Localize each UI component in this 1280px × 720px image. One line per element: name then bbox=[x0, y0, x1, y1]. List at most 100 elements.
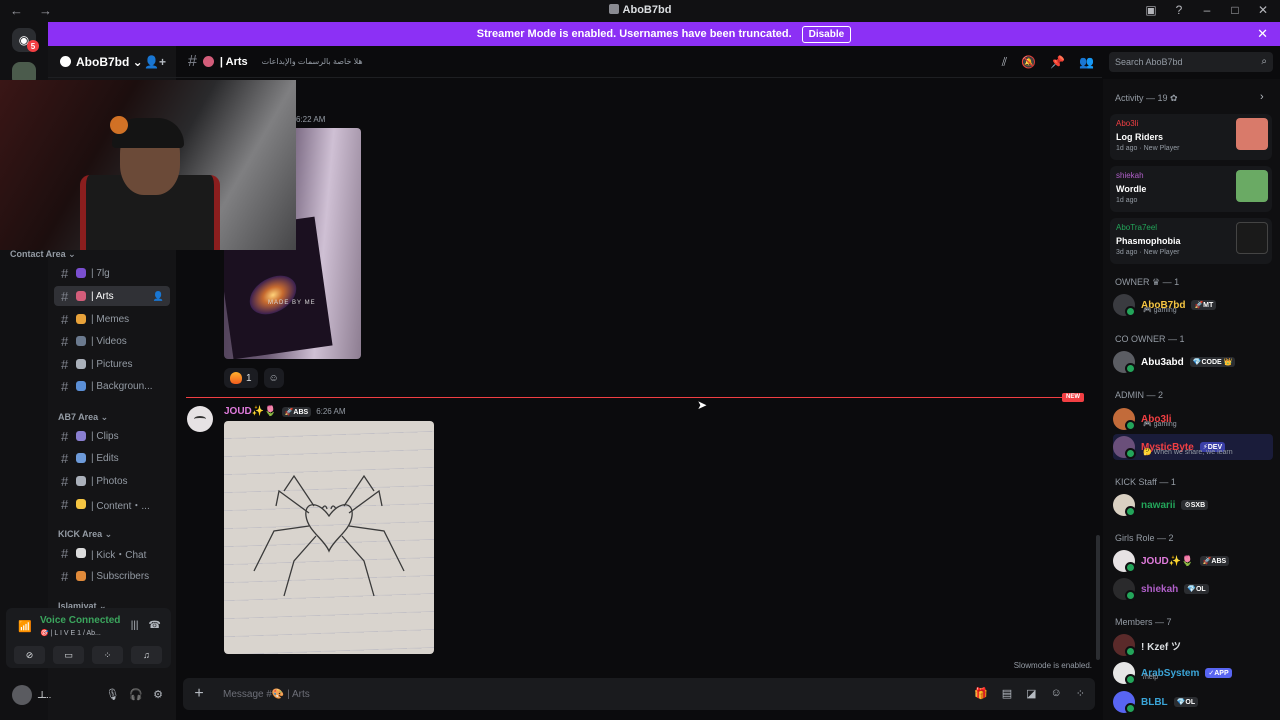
close-banner-icon[interactable]: ✕ bbox=[1257, 26, 1268, 42]
role-header-members: Members — 7 bbox=[1115, 617, 1172, 627]
member-item[interactable]: ArabSystem ✓APP /help bbox=[1113, 660, 1273, 686]
microphone-icon[interactable]: 🎙 bbox=[105, 688, 119, 701]
inbox-icon[interactable]: ▣ bbox=[1144, 3, 1158, 17]
channel-emoji-icon bbox=[76, 291, 86, 301]
settings-icon[interactable]: ⚙ bbox=[153, 688, 163, 701]
member-list-icon[interactable]: 👥 bbox=[1079, 55, 1094, 70]
help-icon[interactable]: ? bbox=[1172, 3, 1186, 17]
noise-suppression-icon[interactable]: ||| bbox=[131, 620, 139, 631]
avatar bbox=[1113, 294, 1136, 317]
member-item[interactable]: nawarii ⚙SXB bbox=[1113, 492, 1273, 518]
upload-plus-icon[interactable]: + bbox=[183, 685, 215, 703]
member-item[interactable]: Abu3abd 💎CODE 👑 bbox=[1113, 349, 1273, 375]
channel-arts[interactable]: # | Arts 👤 bbox=[54, 286, 170, 306]
channel-kick-chat[interactable]: # | Kick・Chat bbox=[54, 543, 170, 563]
channel-pictures[interactable]: # | Pictures bbox=[54, 354, 170, 374]
apps-icon[interactable]: ⁘ bbox=[1076, 687, 1085, 700]
composer-icons: 🎁 ▤ ◪ ☺ ⁘ bbox=[974, 687, 1085, 700]
mute-icon[interactable]: 🔕 bbox=[1021, 55, 1036, 70]
banner-text: Streamer Mode is enabled. Usernames have… bbox=[476, 28, 792, 40]
channel-photos[interactable]: # | Photos bbox=[54, 471, 170, 491]
headphones-icon[interactable]: 🎧 bbox=[129, 688, 143, 701]
disable-button[interactable]: Disable bbox=[801, 25, 852, 43]
search-input[interactable]: Search AboB7bd ⌕ bbox=[1109, 52, 1273, 72]
minimize-icon[interactable]: – bbox=[1200, 3, 1214, 17]
category-contact-area[interactable]: Contact Area ⌄ bbox=[10, 249, 76, 260]
channel-7lg[interactable]: # | 7lg bbox=[54, 263, 170, 283]
avatar[interactable] bbox=[187, 406, 213, 432]
message-author[interactable]: JOUD✨🌷 bbox=[224, 406, 277, 417]
sticker-icon[interactable]: ◪ bbox=[1026, 687, 1036, 700]
member-name: BLBL bbox=[1141, 696, 1168, 708]
gift-icon[interactable]: 🎁 bbox=[974, 687, 988, 700]
channel-topic[interactable]: هلا خاصة بالرسمات والإبداعات bbox=[262, 57, 363, 66]
invite-icon[interactable]: 👤 bbox=[153, 291, 164, 302]
channel-label: | Videos bbox=[91, 335, 127, 347]
channel-subscribers[interactable]: # | Subscribers bbox=[54, 566, 170, 586]
channel-emoji-icon bbox=[76, 548, 86, 558]
signal-icon[interactable]: 📶 bbox=[18, 620, 32, 633]
add-reaction-icon[interactable]: ☺ bbox=[263, 368, 284, 388]
window-title-text: AboB7bd bbox=[622, 4, 672, 16]
invite-icon[interactable]: 👤+ bbox=[144, 55, 166, 69]
soundboard-icon[interactable]: ♫ bbox=[131, 646, 162, 664]
fire-reaction[interactable]: 1 bbox=[224, 368, 258, 388]
avatar bbox=[1113, 408, 1136, 431]
emoji-icon[interactable]: ☺ bbox=[1051, 687, 1062, 700]
disconnect-icon[interactable]: ☎ bbox=[149, 620, 161, 631]
channel-label: | Content・... bbox=[91, 500, 150, 512]
pin-icon[interactable]: 📌 bbox=[1050, 55, 1065, 70]
channel-emoji-icon bbox=[76, 431, 86, 441]
gif-icon[interactable]: ▤ bbox=[1002, 687, 1012, 700]
message-timestamp: 6:26 AM bbox=[316, 407, 346, 416]
avatar bbox=[1113, 494, 1136, 517]
member-item[interactable]: MysticByte ⚡DEV 🤔 When we share, we lear… bbox=[1113, 434, 1273, 460]
channel-edits[interactable]: # | Edits bbox=[54, 448, 170, 468]
message-attachment-image[interactable] bbox=[224, 421, 434, 654]
channel-emoji-icon bbox=[76, 381, 86, 391]
activity-meta: 1d ago bbox=[1116, 197, 1138, 204]
activity-card[interactable]: shiekah Wordle 1d ago bbox=[1110, 166, 1272, 212]
maximize-icon[interactable]: □ bbox=[1228, 3, 1242, 17]
member-item[interactable]: BLBL 💎OL bbox=[1113, 689, 1273, 715]
member-item[interactable]: shiekah 💎OL bbox=[1113, 576, 1273, 602]
channel-content[interactable]: # | Content・... bbox=[54, 494, 170, 514]
member-item[interactable]: Abo3li 🎮 gaming bbox=[1113, 406, 1273, 432]
search-icon: ⌕ bbox=[1261, 56, 1267, 67]
channel-videos[interactable]: # | Videos bbox=[54, 331, 170, 351]
member-status: 🤔 When we share, we learn bbox=[1143, 449, 1233, 456]
composer-placeholder: Message #🎨 | Arts bbox=[223, 688, 310, 700]
chevron-right-icon[interactable]: › bbox=[1260, 91, 1264, 103]
channel-emoji-icon bbox=[202, 56, 214, 67]
role-header-admin: ADMIN — 2 bbox=[1115, 390, 1164, 400]
member-tag: 🚀ABS bbox=[1199, 556, 1230, 566]
screen-share-icon[interactable]: ▭ bbox=[53, 646, 84, 664]
category-ab7-area[interactable]: AB7 Area ⌄ bbox=[58, 412, 108, 423]
threads-icon[interactable]: ⫽ bbox=[1002, 55, 1007, 70]
server-header[interactable]: AboB7bd ⌄ 👤+ bbox=[48, 46, 176, 78]
message-composer[interactable]: + Message #🎨 | Arts 🎁 ▤ ◪ ☺ ⁘ bbox=[183, 678, 1095, 710]
user-avatar[interactable] bbox=[12, 685, 32, 705]
channel-clips[interactable]: # | Clips bbox=[54, 426, 170, 446]
camera-off-icon[interactable]: ⊘ bbox=[14, 646, 45, 664]
user-name[interactable]: ـلـ.. bbox=[38, 690, 51, 701]
member-item[interactable]: JOUD✨🌷 🚀ABS bbox=[1113, 548, 1273, 574]
channel-memes[interactable]: # | Memes bbox=[54, 309, 170, 329]
member-status: /help bbox=[1143, 674, 1159, 681]
activities-icon[interactable]: ⁘ bbox=[92, 646, 123, 664]
member-item[interactable]: AboB7bd 🚀MT 🎮 gaming bbox=[1113, 292, 1273, 318]
channel-backgrounds[interactable]: # | Backgroun... bbox=[54, 376, 170, 396]
activity-card[interactable]: Abo3li Log Riders 1d ago · New Player bbox=[1110, 114, 1272, 160]
voice-channel[interactable]: 🎯 | L I V E 1 / Ab... bbox=[40, 629, 101, 637]
activity-card[interactable]: AboTra7eel Phasmophobia 3d ago · New Pla… bbox=[1110, 218, 1272, 264]
member-tag: 💎CODE 👑 bbox=[1189, 357, 1236, 367]
scrollbar[interactable] bbox=[1096, 535, 1100, 660]
channel-label: | 7lg bbox=[91, 267, 110, 279]
avatar bbox=[1113, 351, 1136, 374]
hash-icon: # bbox=[61, 356, 69, 372]
role-header-co-owner: CO OWNER — 1 bbox=[1115, 334, 1185, 344]
member-item[interactable]: ! Kzef ツ bbox=[1113, 632, 1273, 658]
user-panel: ـلـ.. 🎙 🎧 ⚙ bbox=[6, 680, 171, 710]
close-window-icon[interactable]: ✕ bbox=[1256, 3, 1270, 17]
category-kick-area[interactable]: KICK Area ⌄ bbox=[58, 529, 112, 540]
